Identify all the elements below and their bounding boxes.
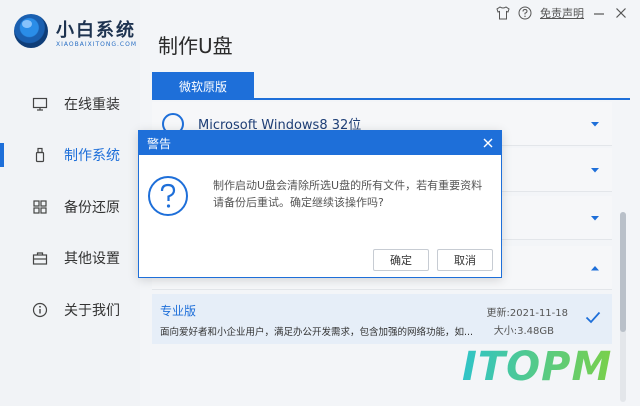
sidebar-item-online-reinstall[interactable]: 在线重装 <box>0 86 140 122</box>
chevron-down-icon[interactable] <box>588 210 602 224</box>
briefcase-icon <box>32 250 48 266</box>
grid-icon <box>32 199 48 215</box>
cancel-button[interactable]: 取消 <box>437 249 493 271</box>
sidebar-item-label: 制作系统 <box>64 148 120 164</box>
window-controls: 免责声明 <box>496 4 628 22</box>
dialog-title: 警告 <box>147 137 172 151</box>
sidebar-item-label: 其他设置 <box>64 251 120 267</box>
sidebar-item-make-system[interactable]: 制作系统 <box>0 137 140 173</box>
sidebar-item-backup-restore[interactable]: 备份还原 <box>0 189 140 225</box>
page-title: 制作U盘 <box>158 34 233 58</box>
sidebar-item-label: 关于我们 <box>64 303 120 319</box>
confirm-button[interactable]: 确定 <box>373 249 429 271</box>
edition-description: 面向爱好者和小企业用户，满足办公开发需求，包含加强的网络功能，如... <box>160 327 474 338</box>
chevron-down-icon[interactable] <box>588 116 602 130</box>
sidebar-item-label: 在线重装 <box>64 97 120 113</box>
logo-subtitle: XIAOBAIXITONG.COM <box>56 41 137 48</box>
chevron-down-icon[interactable] <box>588 162 602 176</box>
watermark-logo: ITOPM <box>462 344 613 390</box>
logo-title: 小白系统 <box>56 20 136 41</box>
sidebar-item-about-us[interactable]: 关于我们 <box>0 292 140 328</box>
close-icon[interactable] <box>614 6 628 20</box>
dialog-header: 警告 <box>139 131 501 155</box>
edition-size: 大小:3.48GB <box>493 326 554 337</box>
disclaimer-link[interactable]: 免责声明 <box>540 5 584 21</box>
edition-name: 专业版 <box>160 304 197 318</box>
scrollbar[interactable] <box>620 212 626 402</box>
question-circle-icon <box>147 175 189 217</box>
edition-row-selected[interactable]: 专业版 面向爱好者和小企业用户，满足办公开发需求，包含加强的网络功能，如... … <box>152 294 612 344</box>
dialog-message: 制作启动U盘会清除所选U盘的所有文件，若有重要资料请备份后重试。确定继续该操作吗… <box>213 179 483 209</box>
edition-updated: 更新:2021-11-18 <box>486 308 568 319</box>
shirt-icon[interactable] <box>496 6 510 20</box>
tab-microsoft-original[interactable]: 微软原版 <box>152 72 254 100</box>
usb-drive-icon <box>32 147 48 163</box>
monitor-icon <box>32 96 48 112</box>
warning-dialog: 警告 制作启动U盘会清除所选U盘的所有文件，若有重要资料请备份后重试。确定继续该… <box>138 130 502 278</box>
tab-bar: 微软原版 <box>152 72 630 100</box>
sidebar-item-other-settings[interactable]: 其他设置 <box>0 240 140 276</box>
scroll-thumb[interactable] <box>620 212 626 332</box>
chevron-up-icon[interactable] <box>588 260 602 274</box>
logo-icon <box>14 14 48 48</box>
info-icon <box>32 302 48 318</box>
app-logo: 小白系统 XIAOBAIXITONG.COM <box>14 14 144 54</box>
help-circle-icon[interactable] <box>518 6 532 20</box>
sidebar: 小白系统 XIAOBAIXITONG.COM 在线重装 制作系统 备份还原 其他… <box>0 0 140 406</box>
close-icon[interactable] <box>481 135 495 149</box>
checkmark-icon <box>584 308 602 326</box>
minimize-icon[interactable] <box>592 6 606 20</box>
sidebar-item-label: 备份还原 <box>64 200 120 216</box>
